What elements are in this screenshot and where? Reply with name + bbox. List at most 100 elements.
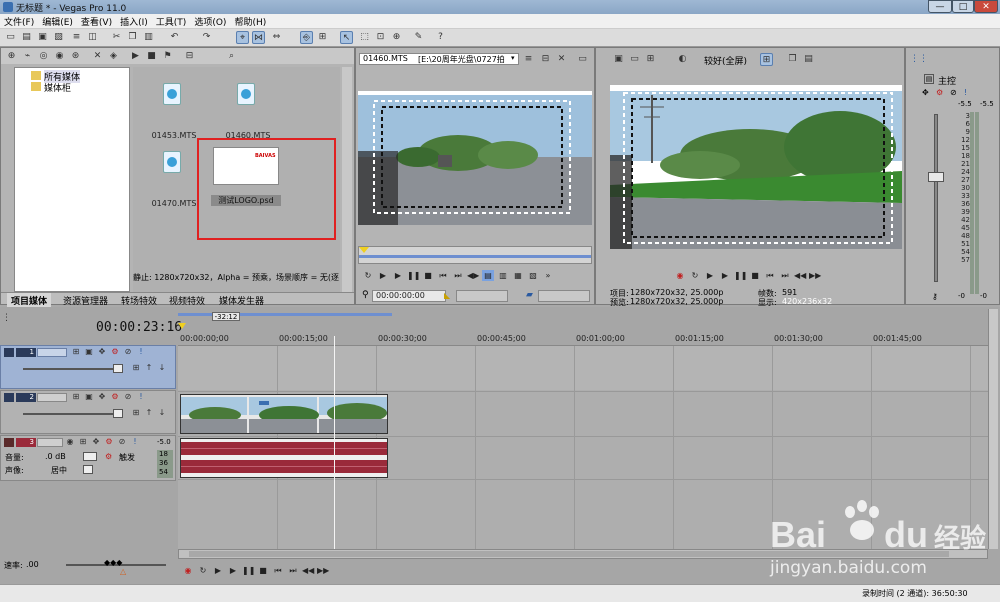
- remove-unused-icon[interactable]: ◉: [53, 50, 66, 63]
- properties-icon[interactable]: ◈: [107, 50, 120, 63]
- go-start-icon[interactable]: ⏮: [764, 270, 776, 281]
- trimmer-timeline[interactable]: [358, 246, 592, 264]
- overlays-icon[interactable]: ⊞: [760, 53, 773, 66]
- loop-region-bar[interactable]: [178, 313, 392, 316]
- composite-mode-icon[interactable]: ⊞: [71, 392, 81, 402]
- master-mute-icon[interactable]: ⊘: [950, 88, 957, 97]
- record-arm-icon[interactable]: ◉: [65, 437, 75, 447]
- mute-icon[interactable]: ⊘: [117, 437, 127, 447]
- auto-preview-icon[interactable]: ⚑: [161, 50, 174, 63]
- save-snapshot-icon[interactable]: ▤: [802, 53, 815, 66]
- menu-insert[interactable]: 插入(I): [116, 14, 152, 29]
- preview-quality-dropdown[interactable]: 较好(全屏): [704, 54, 747, 67]
- start-marker[interactable]: [178, 323, 186, 329]
- loop-icon[interactable]: ↻: [197, 565, 209, 576]
- go-end-icon[interactable]: ⏭: [779, 270, 791, 281]
- trim-end-icon[interactable]: ▧: [527, 270, 539, 281]
- add-to-timeline-icon[interactable]: ▤: [482, 270, 494, 281]
- ripple-icon[interactable]: ⇔: [270, 31, 283, 44]
- import-media-icon[interactable]: ⊕: [5, 50, 18, 63]
- mute-icon[interactable]: ⊘: [123, 392, 133, 402]
- track-header-3[interactable]: 3 ◉ ⊞ ✥ ⚙ ⊘! -5.0 音量: .0 dB ⚙ 触发 声像: 居中 18 3…: [0, 435, 176, 481]
- next-frame-icon[interactable]: ⏭: [452, 270, 464, 281]
- media-item[interactable]: 01453.MTS: [139, 73, 205, 140]
- timeline-horizontal-scrollbar[interactable]: [178, 549, 988, 559]
- ignore-grouping-icon[interactable]: ⊞: [316, 31, 329, 44]
- cut-icon[interactable]: ✂: [110, 31, 123, 44]
- capture-icon[interactable]: ⌁: [21, 50, 34, 63]
- track-motion-icon[interactable]: ▣: [84, 392, 94, 402]
- menu-view[interactable]: 查看(V): [77, 14, 116, 29]
- stop-icon[interactable]: ■: [257, 565, 269, 576]
- automation-mode[interactable]: 触发: [119, 452, 135, 463]
- normal-edit-tool-icon[interactable]: ↖: [340, 31, 353, 44]
- play-from-start-icon[interactable]: ▶: [704, 270, 716, 281]
- track-motion-icon[interactable]: ▣: [84, 347, 94, 357]
- gear-icon[interactable]: ⚙: [104, 437, 114, 447]
- trimmer-in-field[interactable]: [456, 290, 508, 302]
- stop-icon[interactable]: ■: [749, 270, 761, 281]
- trimmer-timecode-field[interactable]: 00:00:00:00: [372, 290, 446, 302]
- trimmer-delete-icon[interactable]: ✕: [555, 53, 568, 66]
- paste-icon[interactable]: ▥: [142, 31, 155, 44]
- add-after-icon[interactable]: ▥: [497, 270, 509, 281]
- tab-explorer[interactable]: 资源管理器: [59, 293, 112, 308]
- help-icon[interactable]: ?: [434, 31, 447, 44]
- menu-tools[interactable]: 工具(T): [152, 14, 191, 29]
- stop-icon[interactable]: ■: [422, 270, 434, 281]
- selection-tool-icon[interactable]: ⊡: [374, 31, 387, 44]
- pause-icon[interactable]: ❚❚: [407, 270, 420, 281]
- media-item[interactable]: 01470.MTS: [139, 141, 205, 208]
- tab-project-media[interactable]: 项目媒体: [7, 293, 52, 308]
- tab-media-generators[interactable]: 媒体发生器: [215, 293, 268, 308]
- play-from-start-icon[interactable]: ▶: [212, 565, 224, 576]
- track-header-1[interactable]: 1 ⊞ ▣ ✥ ⚙ ⊘! ⊞ ↑ ↓: [0, 345, 176, 389]
- solo-icon[interactable]: !: [136, 392, 146, 402]
- arrow-down-icon[interactable]: ↓: [157, 363, 167, 373]
- in-point-icon[interactable]: ◣: [444, 291, 450, 300]
- invert-phase-icon[interactable]: ⊞: [78, 437, 88, 447]
- trimmer-pin-icon[interactable]: ⚲: [362, 290, 369, 300]
- level-slider-thumb[interactable]: [113, 364, 123, 373]
- trimmer-out-field[interactable]: [538, 290, 590, 302]
- track-name-field[interactable]: [37, 393, 67, 402]
- rate-slider-thumb[interactable]: ◆◆◆: [104, 558, 122, 567]
- solo-icon[interactable]: !: [136, 347, 146, 357]
- timeline-timecode[interactable]: 00:00:23:16: [96, 320, 182, 335]
- prev-frame-icon[interactable]: ◀◀: [302, 565, 314, 576]
- volume-slider[interactable]: [83, 452, 97, 461]
- remove-icon[interactable]: ✕: [91, 50, 104, 63]
- tab-video-fx[interactable]: 视频特效: [165, 293, 209, 308]
- add-before-icon[interactable]: ▦: [512, 270, 524, 281]
- prev-frame-icon[interactable]: ◀◀: [794, 270, 806, 281]
- media-fx-icon[interactable]: ⊛: [69, 50, 82, 63]
- track-name-field[interactable]: [37, 438, 63, 447]
- auto-crossfade-icon[interactable]: ⋈: [252, 31, 265, 44]
- stop-preview-icon[interactable]: ■: [145, 50, 158, 63]
- record-icon[interactable]: ◉: [674, 270, 686, 281]
- solo-icon[interactable]: !: [130, 437, 140, 447]
- loop-icon[interactable]: ↻: [362, 270, 374, 281]
- save-as-icon[interactable]: ▨: [52, 31, 65, 44]
- snap-icon[interactable]: ⌖: [236, 31, 249, 44]
- preview-properties-icon[interactable]: ▣: [612, 53, 625, 66]
- composite-mode-icon[interactable]: ⊞: [71, 347, 81, 357]
- pan-slider[interactable]: [83, 465, 93, 474]
- fx-icon[interactable]: ✥: [97, 392, 107, 402]
- menu-edit[interactable]: 编辑(E): [38, 14, 77, 29]
- views-icon[interactable]: ⊟: [183, 50, 196, 63]
- play-icon[interactable]: ▶: [227, 565, 239, 576]
- out-point-icon[interactable]: ▰: [526, 290, 533, 300]
- undo-icon[interactable]: ↶: [168, 31, 181, 44]
- video-fx-icon[interactable]: ⊞: [644, 53, 657, 66]
- pan-icon[interactable]: ⊞: [131, 408, 141, 418]
- open-icon[interactable]: ▤: [20, 31, 33, 44]
- fx-icon[interactable]: ✥: [97, 347, 107, 357]
- track-expand-icon[interactable]: [4, 393, 14, 402]
- new-icon[interactable]: ▭: [4, 31, 17, 44]
- gear-icon[interactable]: ⚙: [110, 347, 120, 357]
- search-icon[interactable]: ⌕: [225, 50, 238, 63]
- trimmer-lock-icon[interactable]: ⊟: [539, 53, 552, 66]
- go-end-icon[interactable]: ⏭: [287, 565, 299, 576]
- video-event-clip[interactable]: [180, 394, 388, 434]
